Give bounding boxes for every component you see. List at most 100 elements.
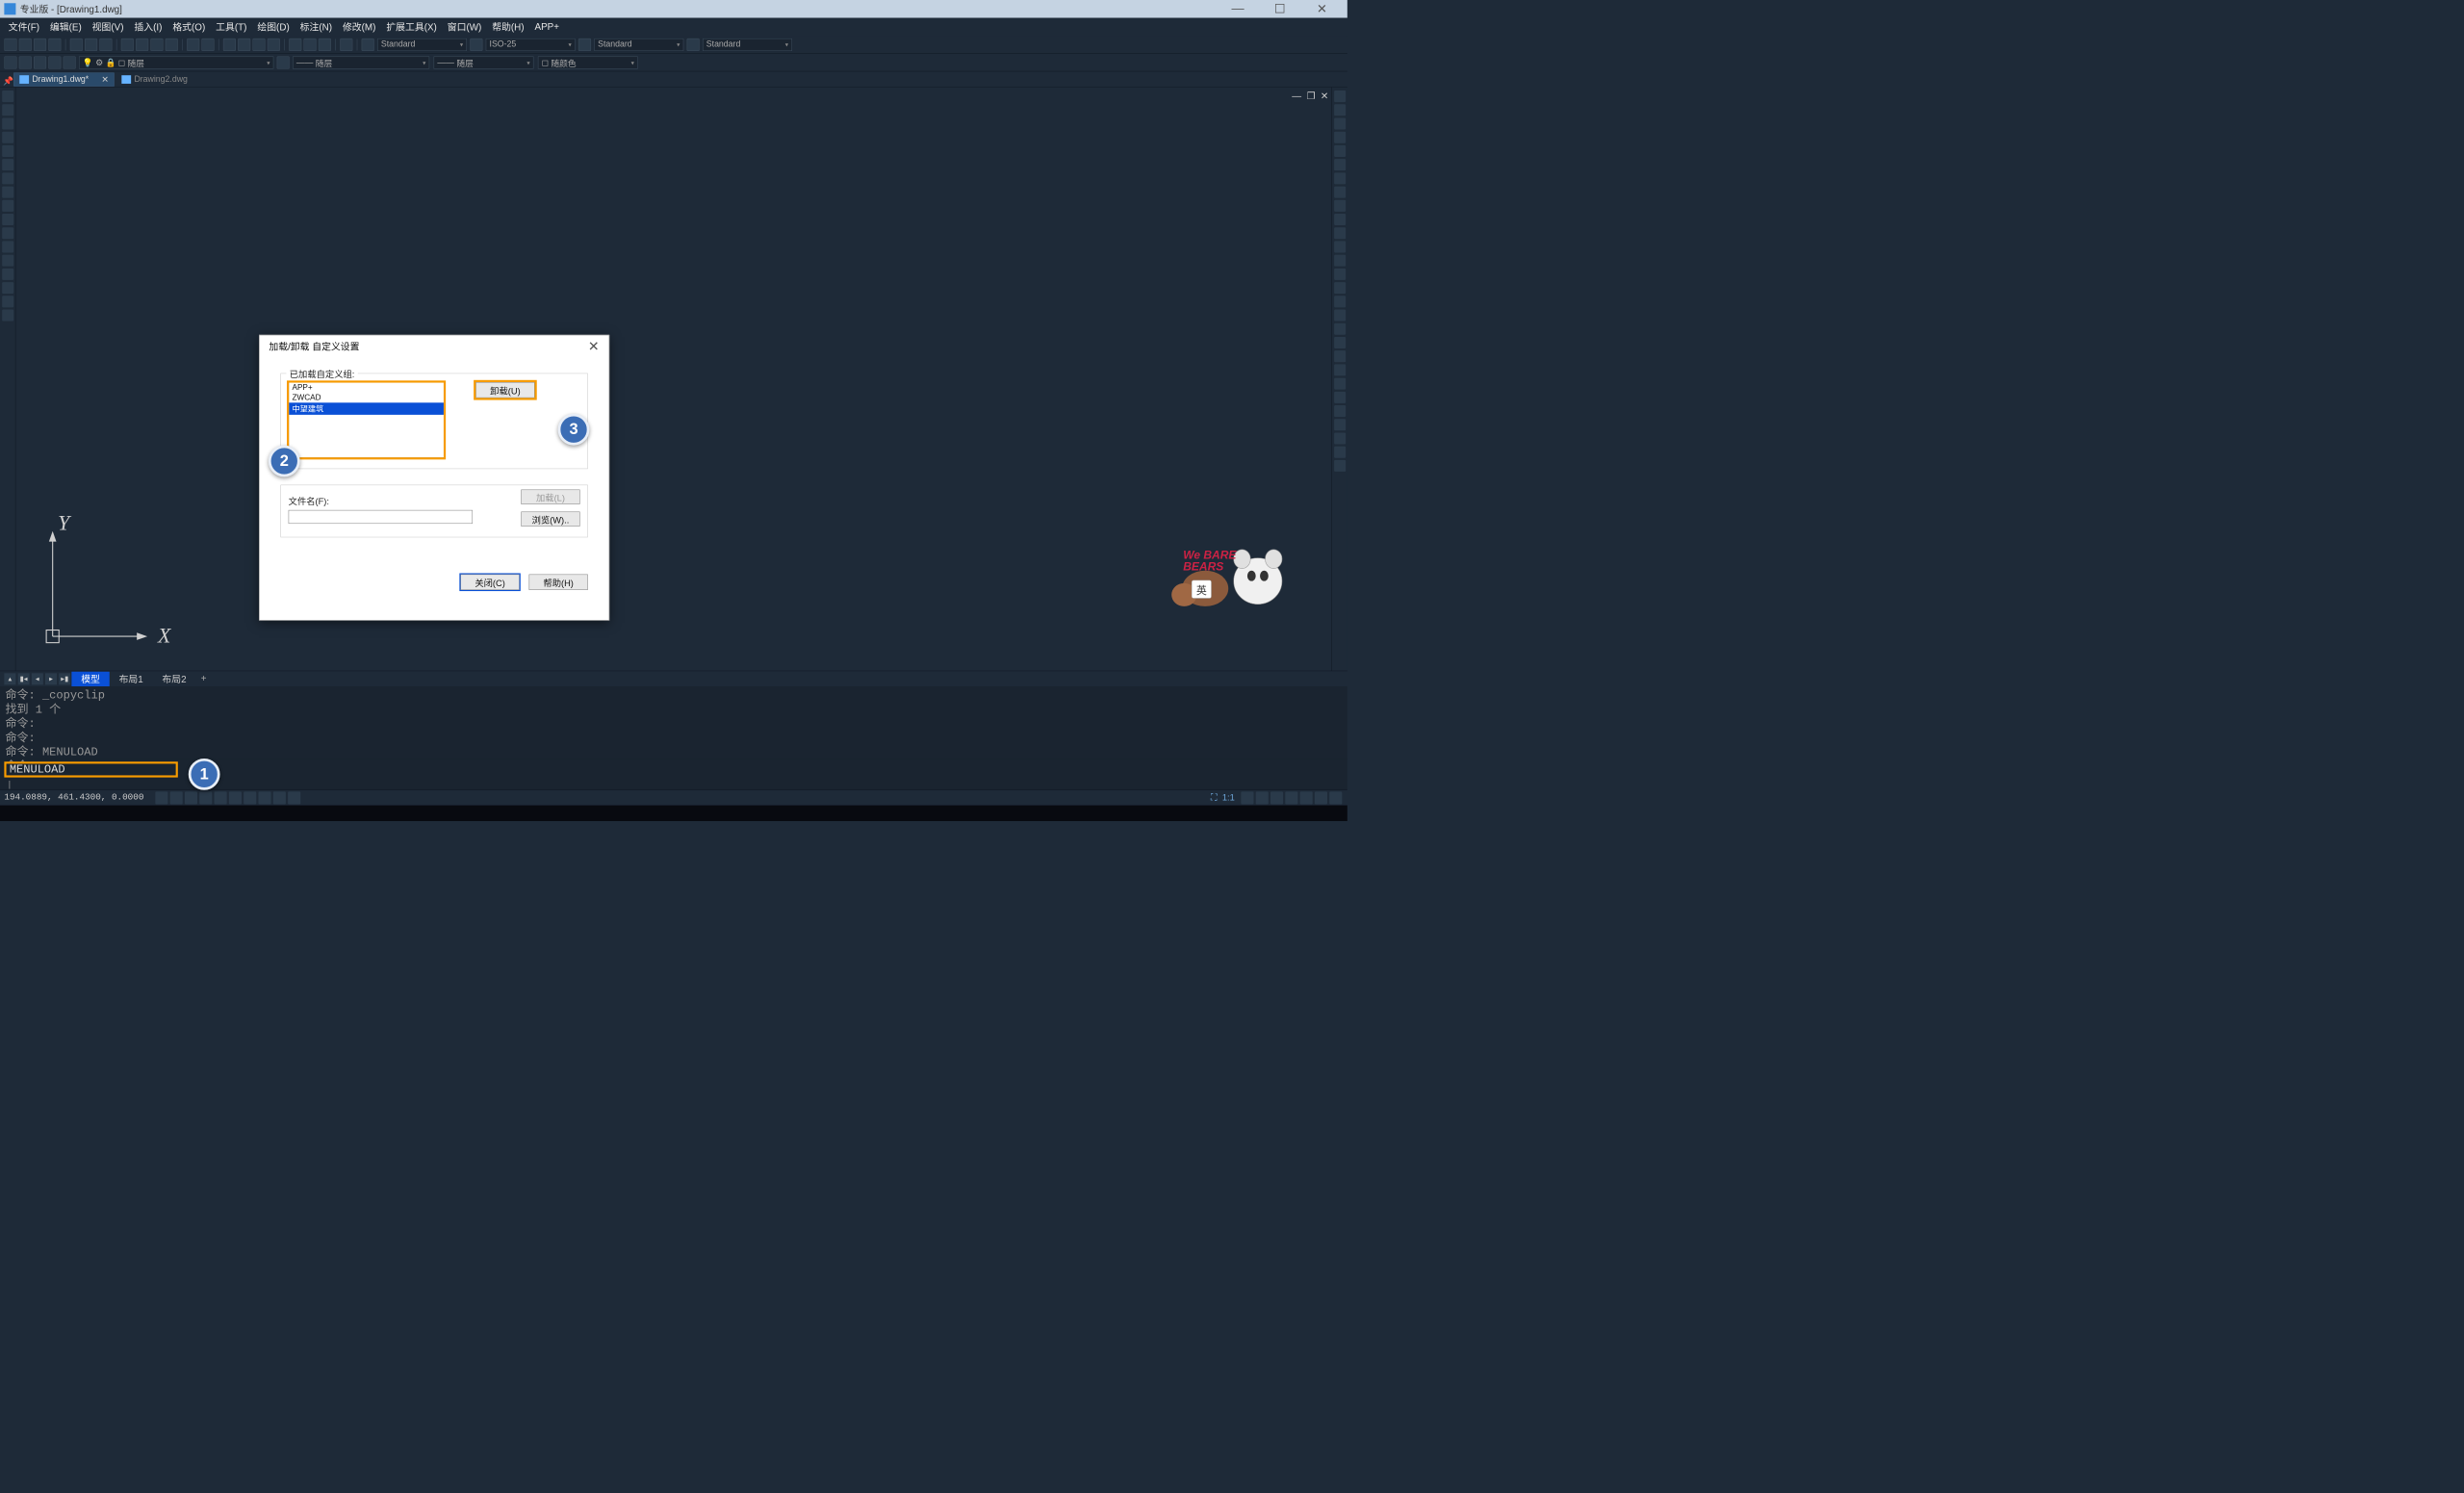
mdi-minimize-icon[interactable]: —	[1292, 90, 1301, 101]
cut-icon[interactable]	[121, 39, 134, 51]
menu-edit[interactable]: 编辑(E)	[44, 18, 87, 37]
filename-input[interactable]	[289, 510, 473, 524]
print-icon[interactable]	[70, 39, 83, 51]
lwt-toggle-icon[interactable]	[244, 791, 256, 804]
layer-icon[interactable]	[4, 56, 16, 68]
dim-aligned-icon[interactable]	[1334, 323, 1346, 335]
maximize-button[interactable]: ☐	[1259, 0, 1301, 18]
layerstate-icon[interactable]	[19, 56, 32, 68]
layout-next-icon[interactable]: ▸	[45, 673, 57, 684]
mdi-close-icon[interactable]: ✕	[1321, 90, 1328, 101]
list-item-selected[interactable]: 中望建筑	[289, 402, 444, 415]
fullscreen-icon[interactable]	[1315, 791, 1327, 804]
rect-icon[interactable]	[2, 132, 13, 143]
menu-window[interactable]: 窗口(W)	[442, 18, 486, 37]
menu-tools[interactable]: 工具(T)	[211, 18, 252, 37]
tablestyle-combo[interactable]: Standard▾	[594, 39, 683, 51]
paste-icon[interactable]	[150, 39, 163, 51]
break-icon[interactable]	[1334, 241, 1346, 252]
publish-icon[interactable]	[99, 39, 112, 51]
menu-file[interactable]: 文件(F)	[3, 18, 44, 37]
stretch-icon[interactable]	[1334, 200, 1346, 212]
browse-button[interactable]: 浏览(W)..	[521, 511, 579, 526]
undo-icon[interactable]	[187, 39, 199, 51]
color-combo[interactable]: ◻ 随颜色▾	[538, 56, 638, 68]
laycur-icon[interactable]	[277, 56, 290, 68]
add-layout-button[interactable]: +	[195, 673, 211, 683]
saveas-icon[interactable]	[48, 39, 61, 51]
copy-icon[interactable]	[136, 39, 148, 51]
mleader-combo[interactable]: Standard▾	[703, 39, 792, 51]
render-icon[interactable]	[340, 39, 352, 51]
menu-appplus[interactable]: APP+	[529, 18, 564, 37]
rotate-icon[interactable]	[1334, 172, 1346, 184]
point-icon[interactable]	[2, 241, 13, 252]
snap-toggle-icon[interactable]	[155, 791, 167, 804]
zoom-icon[interactable]	[238, 39, 250, 51]
arc-icon[interactable]	[2, 145, 13, 157]
line-icon[interactable]	[2, 90, 13, 102]
menu-view[interactable]: 视图(V)	[87, 18, 129, 37]
array-icon[interactable]	[1334, 145, 1346, 157]
explode-icon[interactable]	[1334, 296, 1346, 307]
menu-help[interactable]: 帮助(H)	[487, 18, 529, 37]
layout-prev-icon[interactable]: ◂	[32, 673, 43, 684]
tab-model[interactable]: 模型	[71, 671, 109, 685]
menu-modify[interactable]: 修改(M)	[337, 18, 380, 37]
save-icon[interactable]	[34, 39, 46, 51]
toolpal-icon[interactable]	[319, 39, 331, 51]
mleader-icon[interactable]	[687, 39, 700, 51]
menu-insert[interactable]: 插入(I)	[129, 18, 167, 37]
pline-icon[interactable]	[2, 104, 13, 116]
ellipse-icon[interactable]	[2, 200, 13, 212]
menu-draw[interactable]: 绘图(D)	[252, 18, 295, 37]
gradient-icon[interactable]	[2, 269, 13, 280]
zoomwin-icon[interactable]	[252, 39, 265, 51]
mtext-icon[interactable]	[2, 310, 13, 322]
preview-icon[interactable]	[85, 39, 97, 51]
dim-radius-icon[interactable]	[1334, 364, 1346, 375]
dimstyle-icon[interactable]	[470, 39, 482, 51]
tab-close-icon[interactable]: ✕	[101, 74, 108, 85]
trim-icon[interactable]	[1334, 214, 1346, 225]
dim-linear-icon[interactable]	[1334, 310, 1346, 322]
tolerance-icon[interactable]	[1334, 460, 1346, 472]
offset-icon[interactable]	[1334, 132, 1346, 143]
polar-toggle-icon[interactable]	[199, 791, 212, 804]
model-toggle-icon[interactable]	[288, 791, 300, 804]
layermatch-icon[interactable]	[64, 56, 76, 68]
dim-arc-icon[interactable]	[1334, 337, 1346, 348]
command-input[interactable]: MENULOAD	[4, 761, 177, 777]
linetype-combo[interactable]: —— 随层▾	[293, 56, 429, 68]
spline-icon[interactable]	[2, 187, 13, 198]
open-icon[interactable]	[19, 39, 32, 51]
qdim-icon[interactable]	[1334, 405, 1346, 417]
otrack-toggle-icon[interactable]	[229, 791, 242, 804]
redo-icon[interactable]	[201, 39, 214, 51]
tab-layout1[interactable]: 布局1	[110, 671, 153, 685]
textstyle-icon[interactable]	[362, 39, 374, 51]
ortho-toggle-icon[interactable]	[185, 791, 197, 804]
hardware-icon[interactable]	[1300, 791, 1313, 804]
props-icon[interactable]	[289, 39, 301, 51]
custom-groups-listbox[interactable]: APP+ ZWCAD 中望建筑	[289, 382, 445, 458]
dim-continue-icon[interactable]	[1334, 432, 1346, 444]
lineweight-combo[interactable]: —— 随层▾	[434, 56, 534, 68]
dim-ordinate-icon[interactable]	[1334, 350, 1346, 362]
layout-last-icon[interactable]: ▸▮	[59, 673, 70, 684]
join-icon[interactable]	[1334, 255, 1346, 267]
dialog-close-icon[interactable]: ✕	[588, 338, 600, 354]
list-item[interactable]: ZWCAD	[289, 393, 444, 402]
move-icon[interactable]	[1334, 159, 1346, 170]
hatch-icon[interactable]	[2, 255, 13, 267]
close-dialog-button[interactable]: 关闭(C)	[460, 575, 519, 590]
dim-angular-icon[interactable]	[1334, 392, 1346, 403]
dimstyle-combo[interactable]: ISO-25▾	[486, 39, 576, 51]
tablestyle-icon[interactable]	[578, 39, 591, 51]
revcloud-icon[interactable]	[2, 172, 13, 184]
dyn-toggle-icon[interactable]	[259, 791, 271, 804]
annot-scale-icon[interactable]: ⛶	[1211, 792, 1218, 803]
menu-format[interactable]: 格式(O)	[167, 18, 211, 37]
layer-combo[interactable]: 💡 ⚙ 🔒 ◻ 随层▾	[79, 56, 273, 68]
scale-display[interactable]: 1:1	[1222, 792, 1235, 803]
